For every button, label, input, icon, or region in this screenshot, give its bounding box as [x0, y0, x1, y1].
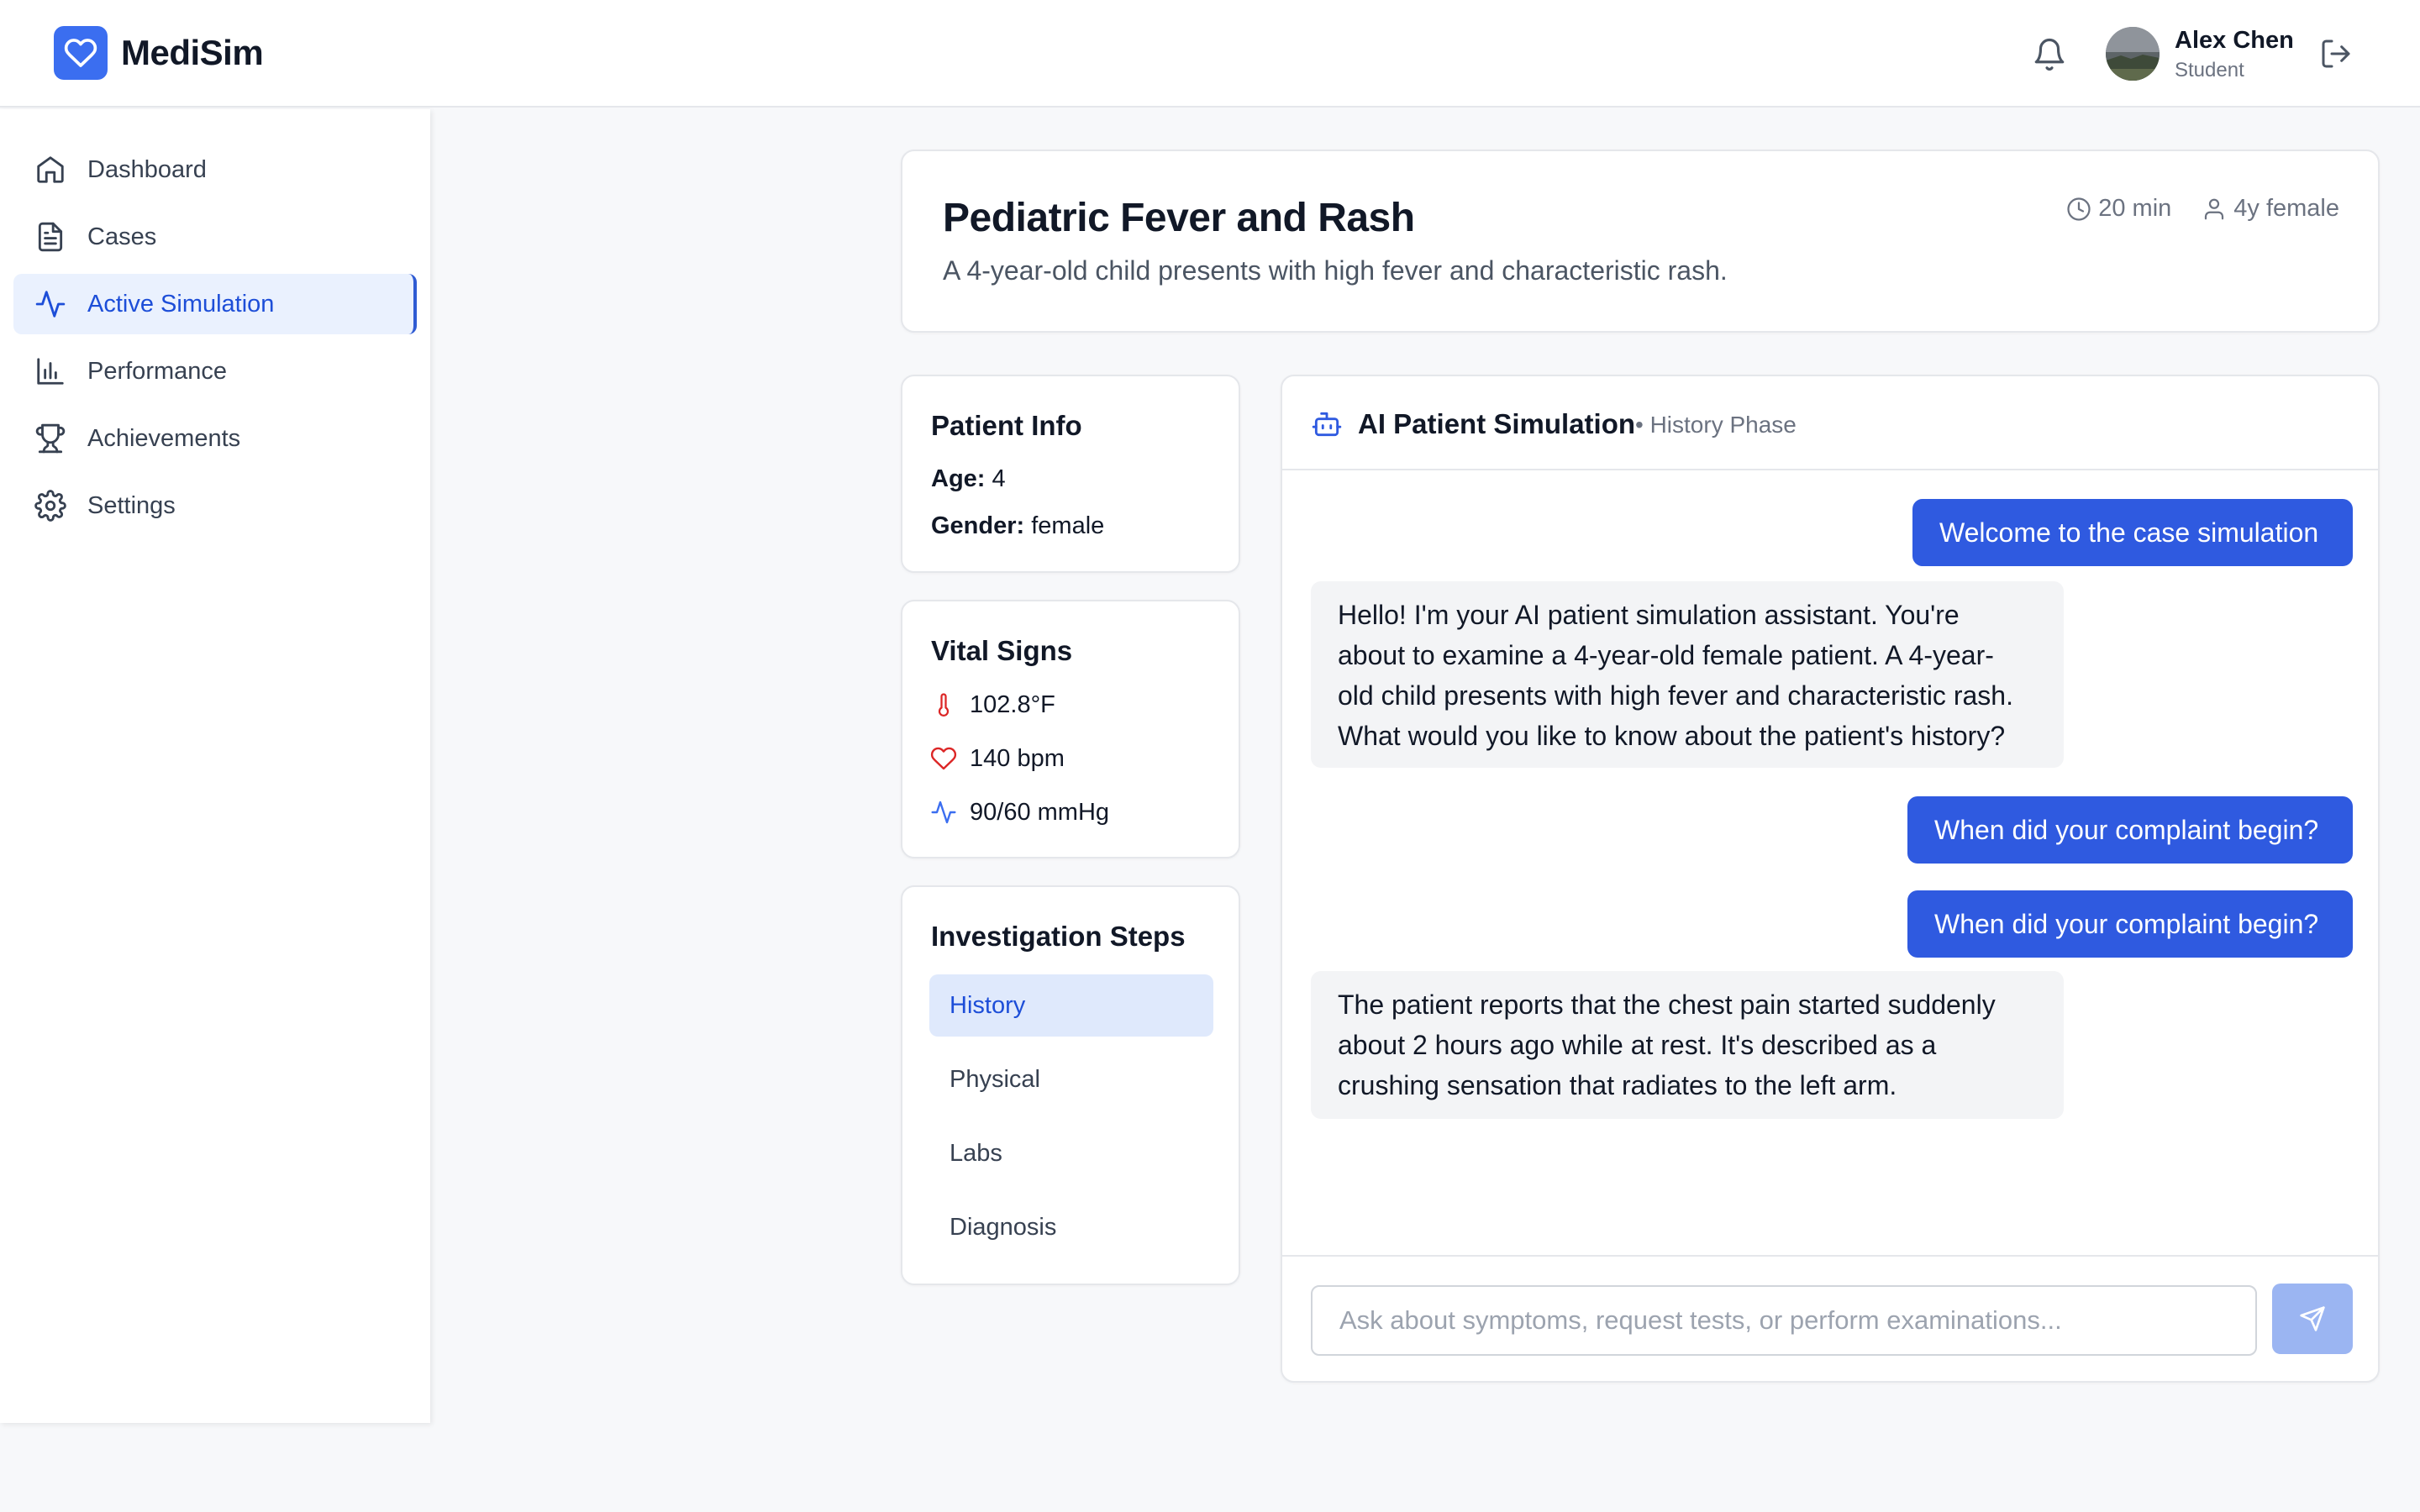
ai-message: Hello! I'm your AI patient simulation as…	[1311, 581, 2064, 768]
user-message: When did your complaint begin?	[1907, 890, 2353, 958]
user-icon	[2205, 198, 2224, 219]
sidebar-item-performance[interactable]: Performance	[13, 341, 417, 402]
investigation-steps-card: Investigation Steps History Physical Lab…	[901, 885, 1240, 1285]
sidebar-item-label: Cases	[87, 223, 157, 250]
patient-info-card: Patient Info Age: 4 Gender: female	[901, 375, 1240, 573]
ai-message-line: about to examine a 4-year-old female pat…	[1338, 640, 1994, 670]
app-logo[interactable]: MediSim	[54, 26, 264, 80]
bar-chart-icon	[34, 354, 67, 388]
patient-info-title: Patient Info	[931, 410, 1082, 441]
case-patient-summary: 4y female	[2202, 195, 2339, 223]
sidebar-item-active-simulation[interactable]: Active Simulation	[13, 274, 417, 334]
ai-message-text: Hello! I'm your AI patient simulation as…	[1338, 595, 2013, 756]
case-meta: 20 min 4y female	[2066, 195, 2339, 223]
step-physical[interactable]: Physical	[929, 1048, 1213, 1110]
activity-icon	[34, 287, 67, 321]
ai-message-line: old child presents with high fever and c…	[1338, 680, 2013, 711]
chat-phase: • History Phase	[1635, 412, 1797, 438]
logout-icon[interactable]	[2319, 37, 2353, 71]
sidebar-item-dashboard[interactable]: Dashboard	[13, 139, 417, 200]
ai-message-line: crushing sensation that radiates to the …	[1338, 1070, 1897, 1100]
ai-message-line: Hello! I'm your AI patient simulation as…	[1338, 600, 1960, 630]
vital-signs-card: Vital Signs 102.8°F 140 bpm 90/60 mmHg	[901, 600, 1240, 858]
case-description: A 4-year-old child presents with high fe…	[943, 255, 1728, 286]
heart-icon	[929, 744, 958, 773]
sidebar-item-label: Dashboard	[87, 155, 207, 183]
step-labs[interactable]: Labs	[929, 1122, 1213, 1184]
case-duration-text: 20 min	[2098, 195, 2172, 222]
step-history[interactable]: History	[929, 974, 1213, 1037]
ai-message-line: about 2 hours ago while at rest. It's de…	[1338, 1030, 1937, 1060]
avatar[interactable]	[2106, 27, 2160, 81]
chat-title: AI Patient Simulation	[1358, 408, 1636, 439]
age-label: Age:	[931, 465, 986, 492]
vital-temperature: 102.8°F	[929, 690, 1055, 719]
gender-value: female	[1031, 512, 1105, 539]
app-name: MediSim	[121, 33, 264, 72]
ai-message-line: What would you like to know about the pa…	[1338, 721, 2006, 751]
send-button[interactable]	[2272, 1284, 2353, 1354]
home-icon	[34, 153, 67, 186]
step-diagnosis[interactable]: Diagnosis	[929, 1196, 1213, 1258]
chat-panel: AI Patient Simulation • History Phase We…	[1281, 375, 2380, 1383]
sidebar-item-label: Active Simulation	[87, 290, 275, 318]
gender-label: Gender:	[931, 512, 1025, 539]
sidebar-item-settings[interactable]: Settings	[13, 475, 417, 536]
sidebar: Dashboard Cases Active Simulation Perfor…	[0, 109, 430, 1423]
activity-icon	[929, 798, 958, 827]
gear-icon	[34, 489, 67, 522]
sidebar-item-label: Achievements	[87, 424, 241, 452]
trophy-icon	[34, 422, 67, 455]
sidebar-item-label: Settings	[87, 491, 176, 519]
temperature-value: 102.8°F	[970, 690, 1055, 718]
ai-message-text: The patient reports that the chest pain …	[1338, 984, 1996, 1105]
investigation-steps-title: Investigation Steps	[931, 921, 1186, 952]
chat-input[interactable]	[1311, 1285, 2257, 1356]
patient-gender: Gender: female	[931, 512, 1104, 540]
user-message: When did your complaint begin?	[1907, 796, 2353, 864]
vital-heart-rate: 140 bpm	[929, 744, 1065, 773]
chat-input-bar	[1282, 1255, 2378, 1383]
patient-age: Age: 4	[931, 465, 1006, 493]
vital-blood-pressure: 90/60 mmHg	[929, 798, 1109, 827]
case-duration: 20 min	[2066, 195, 2171, 223]
thermometer-icon	[929, 690, 958, 719]
ai-message-line: The patient reports that the chest pain …	[1338, 990, 1996, 1020]
sidebar-item-label: Performance	[87, 357, 228, 385]
chat-header: AI Patient Simulation • History Phase	[1282, 376, 2378, 470]
bell-icon[interactable]	[2032, 37, 2067, 72]
ai-message: The patient reports that the chest pain …	[1311, 971, 2064, 1119]
blood-pressure-value: 90/60 mmHg	[970, 798, 1110, 826]
sidebar-item-cases[interactable]: Cases	[13, 207, 417, 267]
vital-signs-title: Vital Signs	[931, 635, 1073, 666]
clock-icon	[2067, 197, 2091, 221]
heart-rate-value: 140 bpm	[970, 744, 1065, 772]
document-icon	[34, 220, 67, 254]
top-header: MediSim Alex Chen Student	[0, 0, 2420, 108]
user-role: Student	[2175, 59, 2244, 81]
user-name: Alex Chen	[2175, 27, 2294, 54]
age-value: 4	[992, 465, 1006, 492]
case-patient-summary-text: 4y female	[2233, 195, 2339, 222]
heart-logo-icon	[54, 26, 108, 80]
case-header-card: Pediatric Fever and Rash A 4-year-old ch…	[901, 150, 2380, 333]
case-title: Pediatric Fever and Rash	[943, 196, 1415, 240]
send-icon	[2300, 1306, 2325, 1331]
user-message: Welcome to the case simulation	[1912, 499, 2353, 566]
sidebar-item-achievements[interactable]: Achievements	[13, 408, 417, 469]
bot-icon	[1311, 408, 1343, 444]
